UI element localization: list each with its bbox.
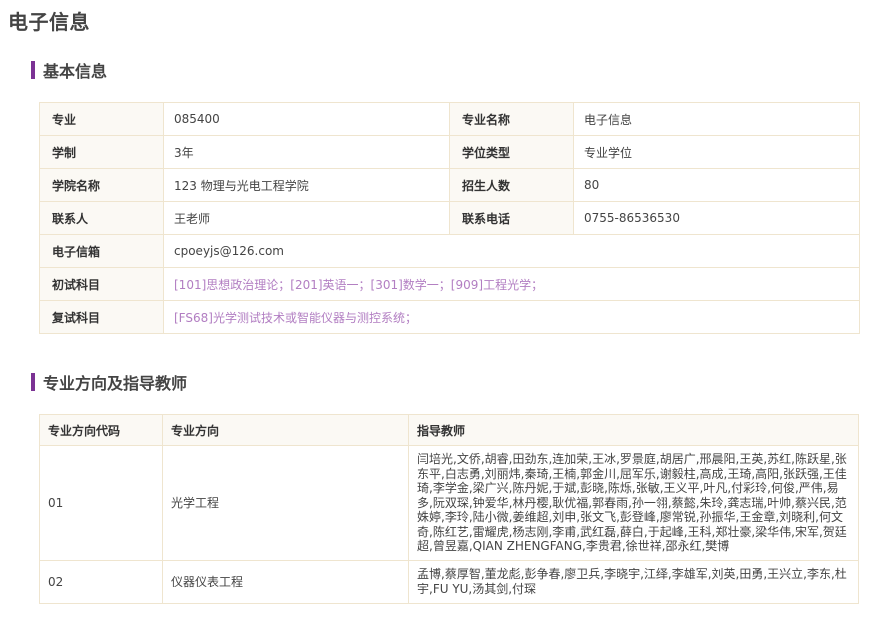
email-value: cpoeyjs@126.com bbox=[163, 234, 860, 268]
page-title: 电子信息 bbox=[8, 10, 90, 34]
direction-name: 仪器仪表工程 bbox=[162, 559, 409, 604]
table-row: 学制 3年 学位类型 专业学位 bbox=[39, 135, 860, 169]
table-row: 联系人 王老师 联系电话 0755-86536530 bbox=[39, 201, 860, 235]
field-label: 学制 bbox=[39, 135, 164, 169]
field-value: 085400 bbox=[163, 102, 450, 136]
table-row: 01 光学工程 闫培光,文侨,胡睿,田劲东,连加荣,王冰,罗景庭,胡居广,邢晨阳… bbox=[39, 445, 859, 561]
field-label: 学院名称 bbox=[39, 168, 164, 202]
page: 电子信息 基本信息 专业 085400 专业名称 电子信息 学制 3年 学位类型… bbox=[0, 0, 872, 620]
field-value: 0755-86536530 bbox=[573, 201, 860, 235]
table-row: 初试科目 [101]思想政治理论；[201]英语一；[301]数学一；[909]… bbox=[39, 267, 860, 301]
section-accent-bar bbox=[31, 373, 35, 391]
initial-exam-subjects-link[interactable]: [101]思想政治理论；[201]英语一；[301]数学一；[909]工程光学； bbox=[163, 267, 860, 301]
direction-teachers: 闫培光,文侨,胡睿,田劲东,连加荣,王冰,罗景庭,胡居广,邢晨阳,王英,苏红,陈… bbox=[408, 445, 859, 561]
direction-code: 02 bbox=[39, 559, 163, 604]
field-label: 联系人 bbox=[39, 201, 164, 235]
direction-code: 01 bbox=[39, 445, 163, 561]
column-header-code: 专业方向代码 bbox=[39, 414, 163, 446]
direction-name: 光学工程 bbox=[162, 445, 409, 561]
initial-exam-label: 初试科目 bbox=[39, 267, 164, 301]
retest-subjects-link[interactable]: [FS68]光学测试技术或智能仪器与测控系统； bbox=[163, 300, 860, 334]
table-header-row: 专业方向代码 专业方向 指导教师 bbox=[39, 414, 859, 446]
section-title-basic-info: 基本信息 bbox=[43, 62, 108, 81]
table-row: 专业 085400 专业名称 电子信息 bbox=[39, 102, 860, 136]
column-header-teachers: 指导教师 bbox=[408, 414, 859, 446]
retest-label: 复试科目 bbox=[39, 300, 164, 334]
section-header-basic-info: 基本信息 bbox=[31, 60, 108, 81]
table-row: 学院名称 123 物理与光电工程学院 招生人数 80 bbox=[39, 168, 860, 202]
field-label: 招生人数 bbox=[449, 168, 574, 202]
section-accent-bar bbox=[31, 61, 35, 79]
field-value: 3年 bbox=[163, 135, 450, 169]
section-title-directions: 专业方向及指导教师 bbox=[43, 374, 188, 393]
section-header-directions: 专业方向及指导教师 bbox=[31, 372, 188, 393]
field-value: 专业学位 bbox=[573, 135, 860, 169]
table-row: 复试科目 [FS68]光学测试技术或智能仪器与测控系统； bbox=[39, 300, 860, 334]
basic-info-table: 专业 085400 专业名称 电子信息 学制 3年 学位类型 专业学位 学院名称… bbox=[39, 102, 860, 334]
direction-teachers: 孟博,蔡厚智,董龙彪,彭争春,廖卫兵,李晓宇,江绎,李雄军,刘英,田勇,王兴立,… bbox=[408, 559, 859, 604]
field-value: 电子信息 bbox=[573, 102, 860, 136]
field-value: 80 bbox=[573, 168, 860, 202]
table-row: 02 仪器仪表工程 孟博,蔡厚智,董龙彪,彭争春,廖卫兵,李晓宇,江绎,李雄军,… bbox=[39, 559, 859, 604]
field-value: 123 物理与光电工程学院 bbox=[163, 168, 450, 202]
field-label: 学位类型 bbox=[449, 135, 574, 169]
field-label: 联系电话 bbox=[449, 201, 574, 235]
email-label: 电子信箱 bbox=[39, 234, 164, 268]
directions-table: 专业方向代码 专业方向 指导教师 01 光学工程 闫培光,文侨,胡睿,田劲东,连… bbox=[39, 414, 859, 604]
table-row: 电子信箱 cpoeyjs@126.com bbox=[39, 234, 860, 268]
field-label: 专业名称 bbox=[449, 102, 574, 136]
field-value: 王老师 bbox=[163, 201, 450, 235]
field-label: 专业 bbox=[39, 102, 164, 136]
column-header-name: 专业方向 bbox=[162, 414, 409, 446]
